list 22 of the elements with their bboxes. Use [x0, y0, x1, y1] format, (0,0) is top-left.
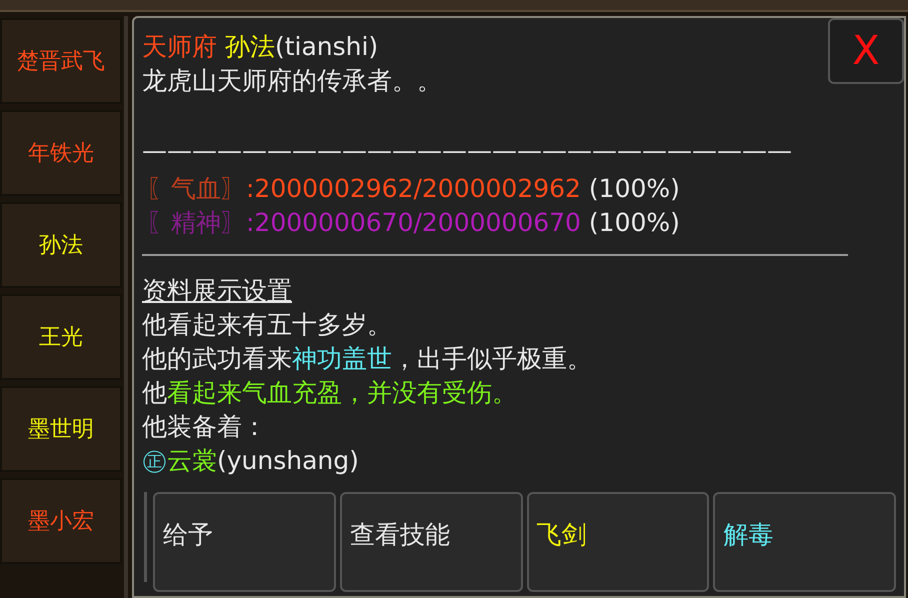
sidebar-item[interactable]: 孙法: [0, 202, 122, 288]
profile-settings-link[interactable]: 资料展示设置: [142, 274, 292, 308]
sidebar-item[interactable]: 墨小宏: [0, 478, 122, 564]
description-line: 他装备着：: [142, 411, 267, 443]
stat-line: 〖精神〗:2000000670/2000000670 (100%): [146, 207, 680, 239]
sidebar-item[interactable]: 年铁光: [0, 110, 122, 196]
action-button[interactable]: 给予: [153, 492, 336, 592]
action-button[interactable]: 解毒: [713, 492, 896, 592]
stat-line: 〖气血〗:2000002962/2000002962 (100%): [146, 173, 680, 205]
description-line: 他的武功看来神功盖世，出手似乎极重。: [142, 343, 592, 375]
character-title: 天师府 孙法(tianshi): [142, 31, 378, 63]
dash-separator: ——————————————————————————: [142, 135, 792, 167]
close-button[interactable]: X: [828, 18, 904, 84]
sidebar-item[interactable]: 楚晋武飞: [0, 18, 122, 104]
action-button[interactable]: 查看技能: [340, 492, 522, 592]
description-line: 他看起来有五十多岁。: [142, 309, 392, 341]
description-line: ㊣云裳(yunshang): [142, 445, 359, 477]
action-button[interactable]: 飞剑: [526, 492, 710, 592]
sidebar-item[interactable]: 墨世明: [0, 386, 122, 472]
sidebar-item[interactable]: 王光: [0, 294, 122, 380]
character-description: 龙虎山天师府的传承者。。: [142, 65, 442, 97]
description-line: 他看起来气血充盈，并没有受伤。: [142, 377, 517, 409]
